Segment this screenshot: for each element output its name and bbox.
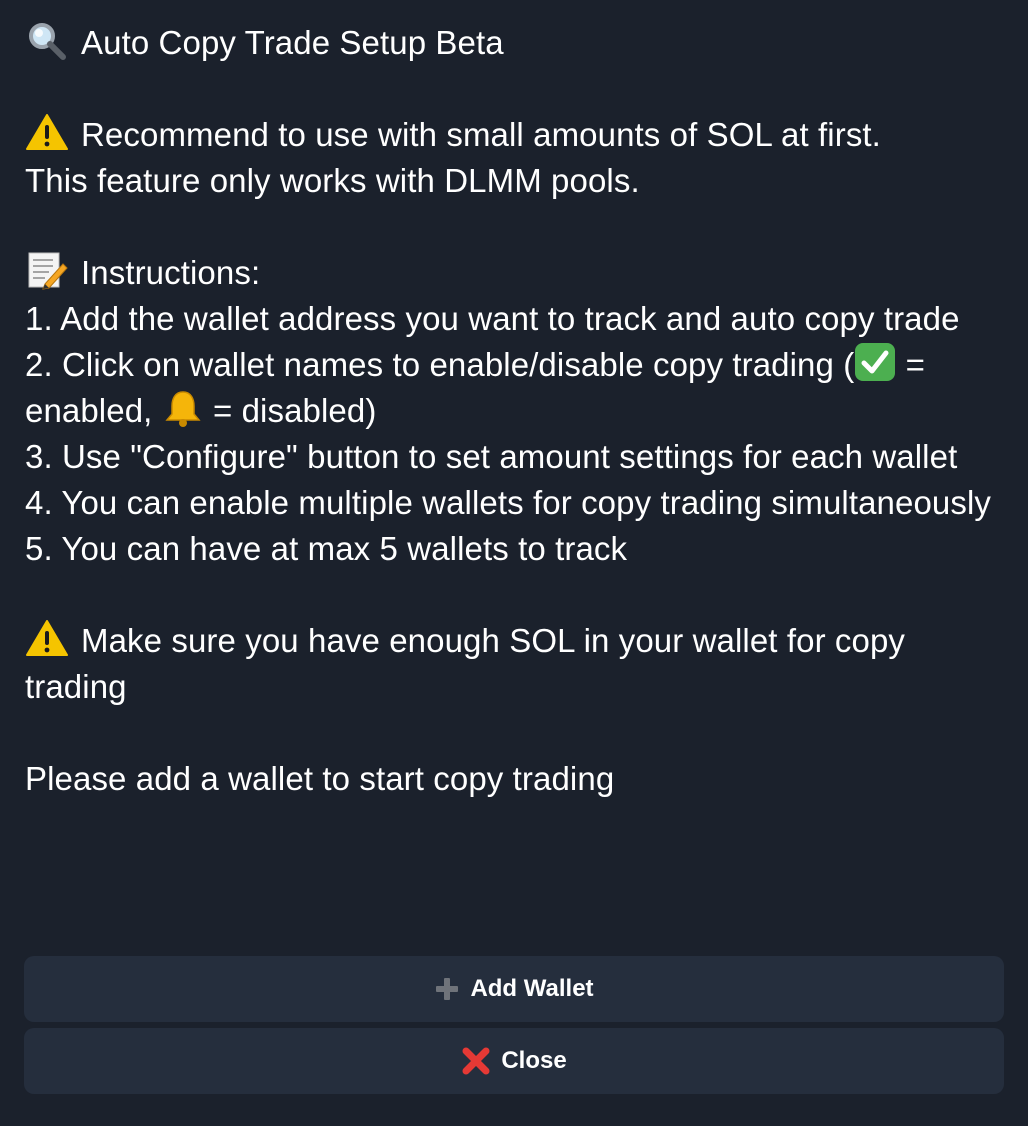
instruction-step-2: 2. Click on wallet names to enable/disab…: [25, 342, 1010, 434]
inline-keyboard: Add Wallet Close: [24, 956, 1004, 1100]
add-wallet-label: Add Wallet: [470, 975, 594, 1002]
step2-text-a: 2. Click on wallet names to enable/disab…: [25, 346, 855, 383]
bot-message: Auto Copy Trade Setup Beta Recommend to …: [25, 20, 1010, 802]
magnifying-glass-icon: [29, 23, 66, 60]
instruction-step-5: 5. You can have at max 5 wallets to trac…: [25, 530, 628, 567]
instructions-heading-text: Instructions:: [81, 254, 261, 291]
title-text: Auto Copy Trade Setup Beta: [81, 24, 504, 61]
warning-line-2: This feature only works with DLMM pools.: [25, 158, 1010, 204]
close-icon: [462, 1047, 490, 1075]
warning-text-2: This feature only works with DLMM pools.: [25, 162, 640, 199]
instructions-heading: Instructions:: [25, 250, 1010, 296]
add-wallet-button[interactable]: Add Wallet: [24, 956, 1004, 1022]
warning-icon: [26, 114, 68, 150]
warning-line-3: Make sure you have enough SOL in your wa…: [25, 618, 1010, 710]
prompt-text: Please add a wallet to start copy tradin…: [25, 760, 615, 797]
warning-icon: [26, 620, 68, 656]
instruction-step-4: 4. You can enable multiple wallets for c…: [25, 484, 992, 521]
warning-line-1: Recommend to use with small amounts of S…: [25, 112, 1010, 158]
instruction-step-3: 3. Use "Configure" button to set amount …: [25, 438, 958, 475]
close-label: Close: [501, 1047, 567, 1074]
warning-text-1: Recommend to use with small amounts of S…: [81, 116, 881, 153]
instruction-step-1: 1. Add the wallet address you want to tr…: [25, 300, 960, 337]
close-button[interactable]: Close: [24, 1028, 1004, 1094]
warning-text-3: Make sure you have enough SOL in your wa…: [25, 622, 906, 705]
check-mark-icon: [855, 343, 896, 381]
step2-text-c: = disabled): [203, 392, 377, 429]
bell-icon: [165, 391, 201, 427]
memo-icon: [28, 252, 68, 290]
plus-icon: [436, 978, 459, 1000]
title-line: Auto Copy Trade Setup Beta: [25, 20, 1010, 66]
